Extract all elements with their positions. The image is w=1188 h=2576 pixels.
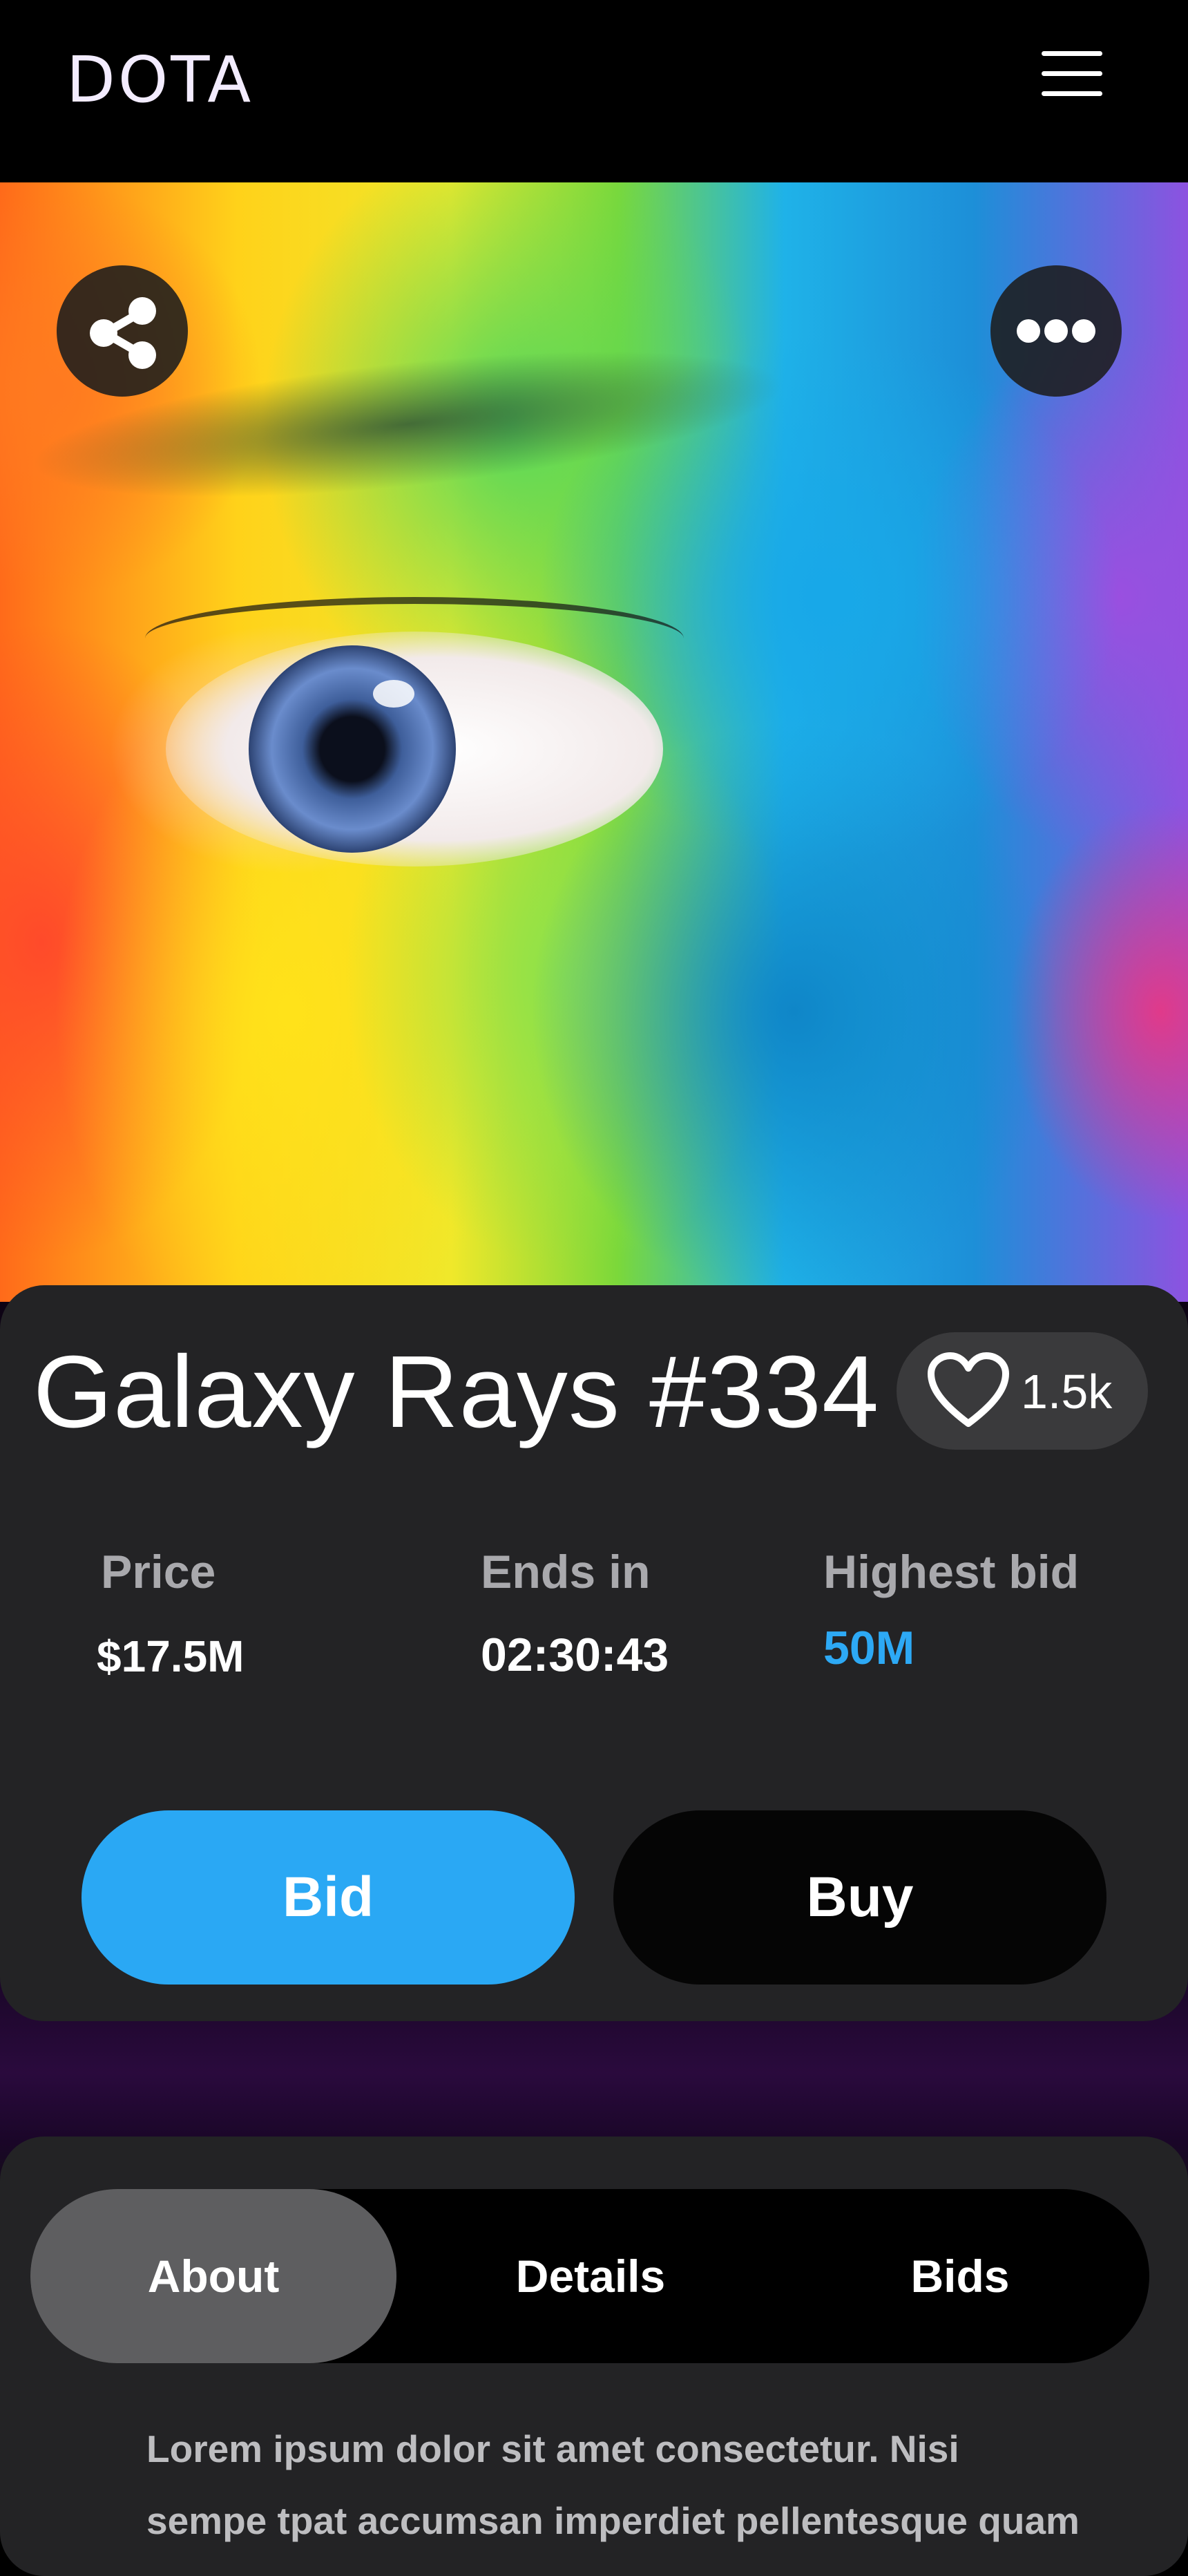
buy-button[interactable]: Buy [613,1810,1106,1985]
like-button[interactable]: 1.5k [897,1332,1148,1450]
ends-in-label: Ends in [481,1546,651,1598]
hamburger-menu-icon[interactable] [1042,48,1102,100]
price-value: $17.5M [97,1631,245,1681]
share-button[interactable] [57,265,188,397]
app-frame: DOTA Galaxy Rays #334 1.5k Price $17.5M … [0,0,1188,2576]
item-title: Galaxy Rays #334 [33,1335,880,1449]
highest-bid-label: Highest bid [823,1546,1080,1598]
more-options-button[interactable] [990,265,1122,397]
top-bar: DOTA [0,0,1188,182]
countdown-timer: 02:30:43 [481,1629,669,1681]
like-count: 1.5k [1021,1365,1113,1419]
highest-bid-value: 50M [823,1622,915,1674]
tab-details[interactable]: Details [408,2189,774,2363]
share-icon [90,297,156,369]
brand-logo[interactable]: DOTA [66,43,253,117]
more-dots-icon [1017,319,1095,343]
price-label: Price [101,1546,216,1598]
tab-about[interactable]: About [30,2189,396,2363]
tab-bids[interactable]: Bids [774,2189,1147,2363]
about-description: Lorem ipsum dolor sit amet consectetur. … [146,2427,1080,2576]
heart-icon [928,1352,1009,1427]
bid-button[interactable]: Bid [82,1810,575,1985]
